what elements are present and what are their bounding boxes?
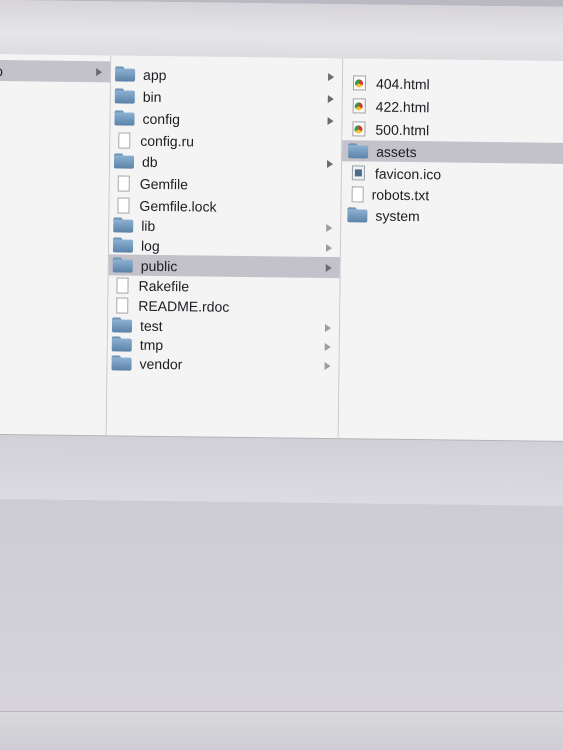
- column-parent-selected-row[interactable]: o: [0, 59, 111, 83]
- list-item-label: tmp: [139, 336, 164, 353]
- list-item-label: config.ru: [140, 132, 195, 149]
- disclosure-arrow-icon: [328, 72, 335, 81]
- html-file-icon: [352, 98, 366, 114]
- disclosure-arrow-icon: [324, 361, 331, 370]
- list-item-label: Rakefile: [138, 277, 190, 294]
- list-item-config[interactable]: config: [110, 107, 341, 131]
- list-item-label: Gemfile: [139, 175, 189, 192]
- list-item-label: 422.html: [375, 98, 430, 115]
- list-item-label: assets: [376, 143, 417, 160]
- folder-icon: [347, 207, 367, 222]
- folder-icon: [114, 153, 134, 168]
- disclosure-arrow-icon: [326, 159, 334, 168]
- html-file-icon: [352, 75, 367, 91]
- list-item-404-html[interactable]: 404.html: [343, 72, 563, 96]
- column-parent-selected-label: o: [0, 62, 4, 79]
- list-item-favicon[interactable]: favicon.ico: [342, 162, 563, 186]
- list-item-500-html[interactable]: 500.html: [342, 118, 563, 142]
- list-item-system[interactable]: system: [341, 204, 563, 228]
- finder-window: o app bin config config.ru db Gemfile Ge…: [0, 0, 563, 506]
- disclosure-arrow-icon: [326, 223, 333, 232]
- list-item-label: public: [140, 257, 178, 274]
- folder-icon: [115, 66, 135, 81]
- list-item-label: robots.txt: [371, 186, 430, 203]
- list-item-label: 500.html: [375, 121, 430, 138]
- folder-icon: [113, 237, 133, 252]
- bottom-window-edge: [0, 711, 563, 750]
- document-icon: [351, 185, 364, 202]
- list-item-robots[interactable]: robots.txt: [342, 183, 563, 207]
- html-file-icon: [352, 121, 366, 137]
- disclosure-arrow-icon: [96, 67, 103, 76]
- list-item-bin[interactable]: bin: [111, 85, 342, 109]
- disclosure-arrow-icon: [324, 323, 332, 332]
- list-item-label: bin: [142, 88, 162, 105]
- document-icon: [116, 296, 129, 314]
- list-item-label: app: [143, 66, 167, 83]
- document-icon: [116, 276, 129, 294]
- folder-icon: [114, 110, 134, 125]
- window-status-bar: [0, 433, 563, 506]
- list-item-vendor[interactable]: vendor: [107, 352, 338, 376]
- folder-icon: [111, 355, 131, 370]
- disclosure-arrow-icon: [324, 342, 331, 351]
- document-icon: [117, 196, 130, 214]
- list-item-label: system: [375, 207, 420, 224]
- document-icon: [117, 174, 130, 192]
- disclosure-arrow-icon: [327, 94, 334, 103]
- list-item-422-html[interactable]: 422.html: [343, 95, 563, 119]
- list-item-label: lib: [141, 217, 156, 234]
- list-item-label: log: [140, 237, 160, 254]
- disclosure-arrow-icon: [327, 116, 334, 125]
- folder-icon: [115, 88, 135, 103]
- column-parent[interactable]: o: [0, 53, 112, 436]
- list-item-gemfile[interactable]: Gemfile: [110, 172, 341, 196]
- window-toolbar: [0, 0, 563, 63]
- list-item-label: vendor: [139, 355, 183, 372]
- list-item-config-ru[interactable]: config.ru: [110, 129, 341, 153]
- disclosure-arrow-icon: [325, 263, 332, 272]
- disclosure-arrow-icon: [325, 243, 333, 252]
- folder-icon: [113, 257, 133, 272]
- folder-icon: [112, 336, 132, 351]
- folder-icon: [348, 143, 368, 158]
- document-icon: [118, 131, 131, 149]
- list-item-label: 404.html: [375, 75, 430, 92]
- list-item-label: Gemfile.lock: [139, 197, 217, 215]
- list-item-app[interactable]: app: [111, 63, 342, 87]
- list-item-db[interactable]: db: [110, 150, 341, 174]
- ico-file-icon: [351, 165, 366, 181]
- list-item-label: favicon.ico: [374, 165, 442, 182]
- list-item-assets[interactable]: assets: [342, 140, 563, 165]
- column-public[interactable]: 404.html 422.html 500.html assets favico…: [338, 58, 563, 441]
- column-project[interactable]: app bin config config.ru db Gemfile Gemf…: [106, 55, 344, 439]
- folder-icon: [112, 317, 132, 332]
- list-item-label: db: [141, 153, 158, 170]
- list-item-label: config: [142, 110, 181, 127]
- folder-icon: [113, 217, 133, 232]
- list-item-label: README.rdoc: [138, 297, 230, 315]
- list-item-label: test: [139, 317, 163, 334]
